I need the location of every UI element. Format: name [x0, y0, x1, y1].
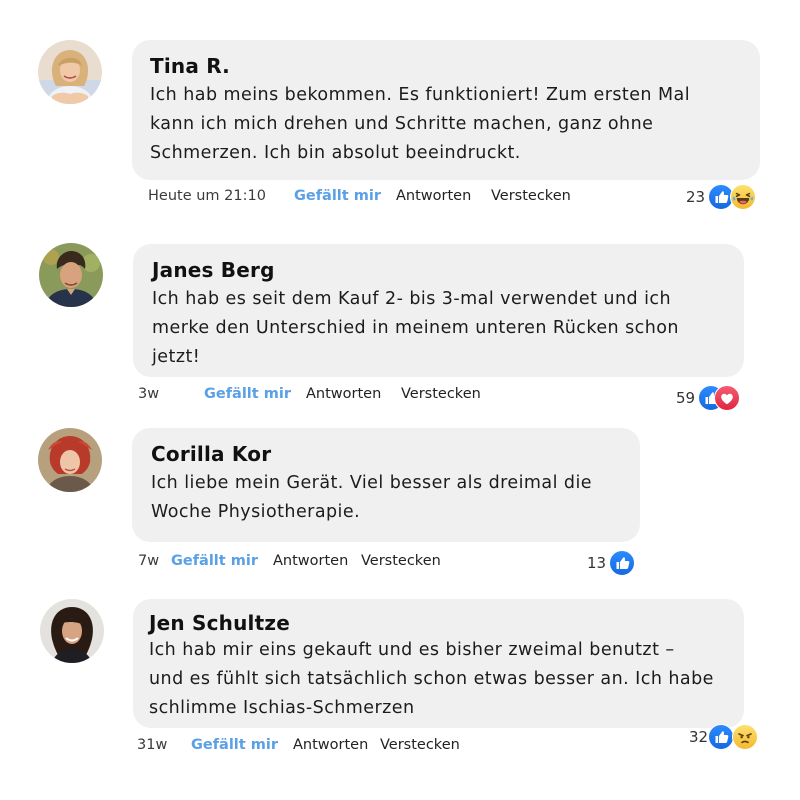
reaction-summary[interactable]: 13	[587, 550, 637, 576]
reaction-count: 59	[676, 389, 696, 407]
reaction-summary[interactable]: 23	[684, 184, 756, 210]
comment-text: Ich liebe mein Gerät. Viel besser als dr…	[151, 473, 592, 522]
comments-section: Tina R. Ich hab meins bekommen. Es funkt…	[0, 0, 800, 800]
avatar-blonde-woman-image	[38, 40, 102, 104]
like-button[interactable]: Gefällt mir	[294, 185, 381, 207]
comment-bubble: Tina R. Ich hab meins bekommen. Es funkt…	[132, 40, 760, 180]
like-icon	[708, 724, 734, 750]
avatar[interactable]	[39, 243, 103, 307]
comment-timestamp[interactable]: Heute um 21:10	[148, 185, 266, 207]
reply-button[interactable]: Antworten	[273, 550, 348, 572]
heart-icon	[714, 385, 740, 411]
avatar[interactable]	[40, 599, 104, 663]
reply-button[interactable]: Antworten	[293, 734, 368, 756]
comment-author[interactable]: Janes Berg	[152, 258, 725, 282]
comment-timestamp[interactable]: 3w	[138, 383, 159, 405]
comment-text: Ich hab es seit dem Kauf 2- bis 3-mal ve…	[152, 289, 679, 367]
hide-button[interactable]: Verstecken	[380, 734, 460, 756]
hide-button[interactable]: Verstecken	[401, 383, 481, 405]
comment-bubble: Jen Schultze Ich hab mir eins gekauft un…	[133, 599, 744, 728]
comment-author[interactable]: Corilla Kor	[151, 442, 621, 466]
avatar-curly-man-image	[39, 243, 103, 307]
comment-timestamp[interactable]: 7w	[138, 550, 159, 572]
comment-text: Ich hab mir eins gekauft und es bisher z…	[149, 640, 714, 718]
hide-button[interactable]: Verstecken	[361, 550, 441, 572]
comment-text: Ich hab meins bekommen. Es funktioniert!…	[150, 85, 691, 163]
reaction-count: 32	[689, 728, 709, 746]
reply-button[interactable]: Antworten	[306, 383, 381, 405]
like-button[interactable]: Gefällt mir	[204, 383, 291, 405]
avatar-redhead-woman-image	[38, 428, 102, 492]
reaction-summary[interactable]: 32	[689, 724, 761, 750]
reaction-count: 23	[686, 188, 706, 206]
like-button[interactable]: Gefällt mir	[191, 734, 278, 756]
comment-actions: Heute um 21:10 Gefällt mir Antworten Ver…	[148, 185, 588, 207]
comment-bubble: Janes Berg Ich hab es seit dem Kauf 2- b…	[133, 244, 744, 377]
comment-author[interactable]: Jen Schultze	[149, 611, 728, 635]
avatar-dark-hair-woman-image	[40, 599, 104, 663]
reply-button[interactable]: Antworten	[396, 185, 471, 207]
comment-timestamp[interactable]: 31w	[137, 734, 167, 756]
comment-actions: 31w Gefällt mir Antworten Verstecken	[137, 734, 477, 756]
reaction-count: 13	[587, 554, 607, 572]
avatar[interactable]	[38, 428, 102, 492]
comment-author[interactable]: Tina R.	[150, 54, 742, 78]
avatar[interactable]	[38, 40, 102, 104]
hide-button[interactable]: Verstecken	[491, 185, 571, 207]
comment-actions: 3w Gefällt mir Antworten Verstecken	[138, 383, 498, 405]
comment-bubble: Corilla Kor Ich liebe mein Gerät. Viel b…	[132, 428, 640, 542]
laughing-emoji-icon	[730, 184, 756, 210]
reaction-summary[interactable]: 59	[676, 385, 742, 411]
like-icon	[609, 550, 635, 576]
like-button[interactable]: Gefällt mir	[171, 550, 258, 572]
comment-actions: 7w Gefällt mir Antworten Verstecken	[138, 550, 458, 572]
angry-emoji-icon	[732, 724, 758, 750]
